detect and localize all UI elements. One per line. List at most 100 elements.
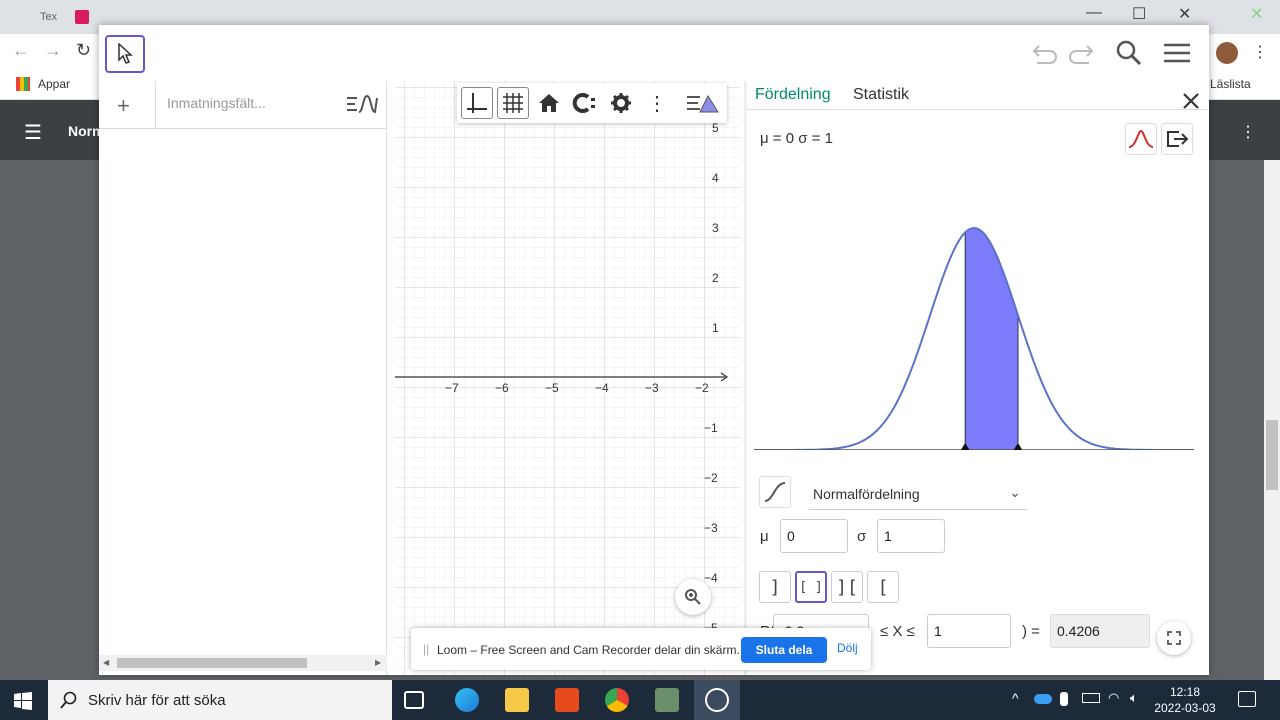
algebra-input-row[interactable]: + Inmatningsfält...	[99, 81, 387, 129]
params-label: μ = 0 σ = 1	[760, 130, 833, 147]
undo-icon[interactable]	[1029, 39, 1061, 67]
y-tick-label: −1	[704, 421, 718, 435]
taskbar-search-input: Skriv här för att söka	[88, 691, 226, 709]
geogebra-taskbar-icon[interactable]	[705, 688, 729, 712]
notifications-icon[interactable]	[1238, 691, 1256, 707]
mu-field[interactable]: 0	[780, 519, 848, 553]
loom-message: Loom – Free Screen and Cam Recorder dela…	[437, 643, 740, 657]
minimize-icon[interactable]: —	[1086, 4, 1102, 22]
taskbar: Skriv här för att söka ^ ◠ 🔈︎ 12:18 2022…	[0, 680, 1280, 720]
office-icon[interactable]	[555, 688, 579, 712]
algebra-hscroll-thumb[interactable]	[117, 658, 307, 668]
scroll-left-icon[interactable]: ◀	[103, 658, 109, 667]
taskbar-search-box[interactable]: Skriv här för att söka	[48, 680, 392, 720]
equals-label: ) =	[1022, 623, 1040, 640]
profile-avatar[interactable]	[1216, 42, 1238, 64]
battery-icon[interactable]	[1082, 693, 1100, 703]
y-tick-label: −2	[704, 471, 718, 485]
y-tick-label: −4	[704, 571, 718, 585]
reload-icon[interactable]: ↻	[76, 40, 91, 61]
axes-toggle-icon[interactable]	[461, 87, 493, 119]
tab-divider	[747, 109, 1207, 110]
graphics-view[interactable]: −7−6−5−4−3−2 54321−1−2−3−4−5 ⋮	[395, 81, 740, 675]
grid-toggle-icon[interactable]	[497, 87, 529, 119]
forward-icon[interactable]: →	[44, 40, 62, 61]
search-icon[interactable]	[1113, 39, 1145, 67]
plus-icon[interactable]: +	[117, 93, 130, 119]
probability-result: 0.4206	[1050, 614, 1150, 648]
home-icon[interactable]	[533, 87, 565, 119]
edge-icon[interactable]	[455, 688, 479, 712]
stop-sharing-button[interactable]: Sluta dela	[741, 637, 827, 663]
geogebra-toolbar	[99, 25, 1209, 81]
x-tick-label: −7	[445, 381, 459, 395]
main-menu-icon[interactable]	[1161, 39, 1193, 67]
cumulative-toggle-icon[interactable]	[759, 476, 791, 508]
x-tick-label: −4	[595, 381, 609, 395]
y-tick-label: 4	[712, 171, 719, 185]
app-menu-icon[interactable]: ⋮	[1240, 122, 1256, 142]
export-icon[interactable]	[1161, 123, 1193, 155]
maximize-icon[interactable]: ☐	[1132, 4, 1146, 24]
zoom-icon[interactable]	[675, 579, 711, 615]
pointer-icon	[118, 43, 133, 64]
mu-label: μ	[760, 528, 769, 545]
distribution-chart[interactable]: −4−2024	[754, 180, 1200, 450]
close-window-icon[interactable]: ✕	[1178, 4, 1191, 24]
hamburger-icon[interactable]: ☰	[24, 120, 42, 145]
algebra-view: + Inmatningsfält... ◀ ▶	[99, 81, 387, 675]
sigma-label: σ	[857, 528, 867, 545]
sigma-field[interactable]: 1	[877, 519, 945, 553]
wifi-icon[interactable]: ◠	[1108, 690, 1119, 706]
geogebra-window: + Inmatningsfält... ◀ ▶ −7 −6 −5 −4 −3 −…	[99, 25, 1209, 675]
clock-date: 2022-03-03	[1154, 701, 1216, 715]
calculator-icon[interactable]	[655, 688, 679, 712]
close-panel-icon[interactable]	[1179, 89, 1203, 113]
show-hidden-icons-icon[interactable]: ^	[1012, 690, 1019, 706]
chrome-icon[interactable]	[605, 688, 629, 712]
redo-icon[interactable]	[1065, 39, 1097, 67]
file-explorer-icon[interactable]	[505, 688, 529, 712]
x-tick-label: −2	[695, 381, 709, 395]
tab-statistics[interactable]: Statistik	[847, 83, 915, 111]
bookmark-apps[interactable]: Appar	[38, 77, 70, 91]
more-options-icon[interactable]: ⋮	[641, 87, 673, 119]
tab-distribution[interactable]: Fördelning	[749, 83, 837, 111]
browser-menu-icon[interactable]: ⋮	[1252, 42, 1268, 62]
scroll-right-icon[interactable]: ▶	[375, 658, 381, 667]
back-icon[interactable]: ←	[12, 40, 30, 61]
x-tick-label: −6	[495, 381, 509, 395]
two-tailed-button[interactable]: ][	[831, 571, 863, 603]
distribution-select[interactable]: Normalfördelning ⌄	[809, 480, 1027, 510]
bg-close-icon: ✕	[1250, 6, 1264, 23]
windows-start-icon[interactable]	[14, 692, 32, 710]
y-tick-label: 2	[712, 271, 719, 285]
left-sided-button[interactable]: ]	[759, 571, 791, 603]
style-bar-toggle-icon[interactable]	[685, 87, 721, 119]
settings-gear-icon[interactable]	[605, 87, 637, 119]
task-view-icon[interactable]	[404, 691, 424, 709]
browser-tab[interactable]: Tex	[30, 6, 100, 30]
volume-icon[interactable]: 🔈︎	[1130, 690, 1138, 706]
fullscreen-icon[interactable]	[1157, 621, 1191, 655]
overlay-normal-icon[interactable]	[1125, 123, 1157, 155]
algebra-input[interactable]: Inmatningsfält...	[167, 95, 266, 111]
taskbar-clock[interactable]: 12:18 2022-03-03	[1154, 684, 1216, 716]
microphone-icon[interactable]	[1060, 692, 1068, 706]
page-scrollbar-thumb[interactable]	[1266, 420, 1278, 490]
apps-grid-icon[interactable]	[16, 77, 30, 91]
reading-list[interactable]: Läslista	[1210, 77, 1251, 91]
drag-handle-icon[interactable]: ||	[423, 642, 429, 656]
interval-button[interactable]: [ ]	[795, 571, 827, 603]
loom-share-banner: || Loom – Free Screen and Cam Recorder d…	[411, 628, 871, 670]
right-sided-button[interactable]: [	[867, 571, 899, 603]
upper-bound-field[interactable]: 1	[927, 614, 1011, 648]
between-label: ≤ X ≤	[880, 623, 915, 640]
capture-icon[interactable]	[569, 87, 601, 119]
input-divider	[155, 81, 156, 129]
hide-button[interactable]: Dölj	[837, 641, 858, 655]
onedrive-icon[interactable]	[1034, 694, 1052, 704]
algebra-style-icon[interactable]	[339, 83, 385, 125]
graphics-style-bar: ⋮	[457, 83, 727, 123]
move-tool-button[interactable]	[105, 35, 145, 73]
